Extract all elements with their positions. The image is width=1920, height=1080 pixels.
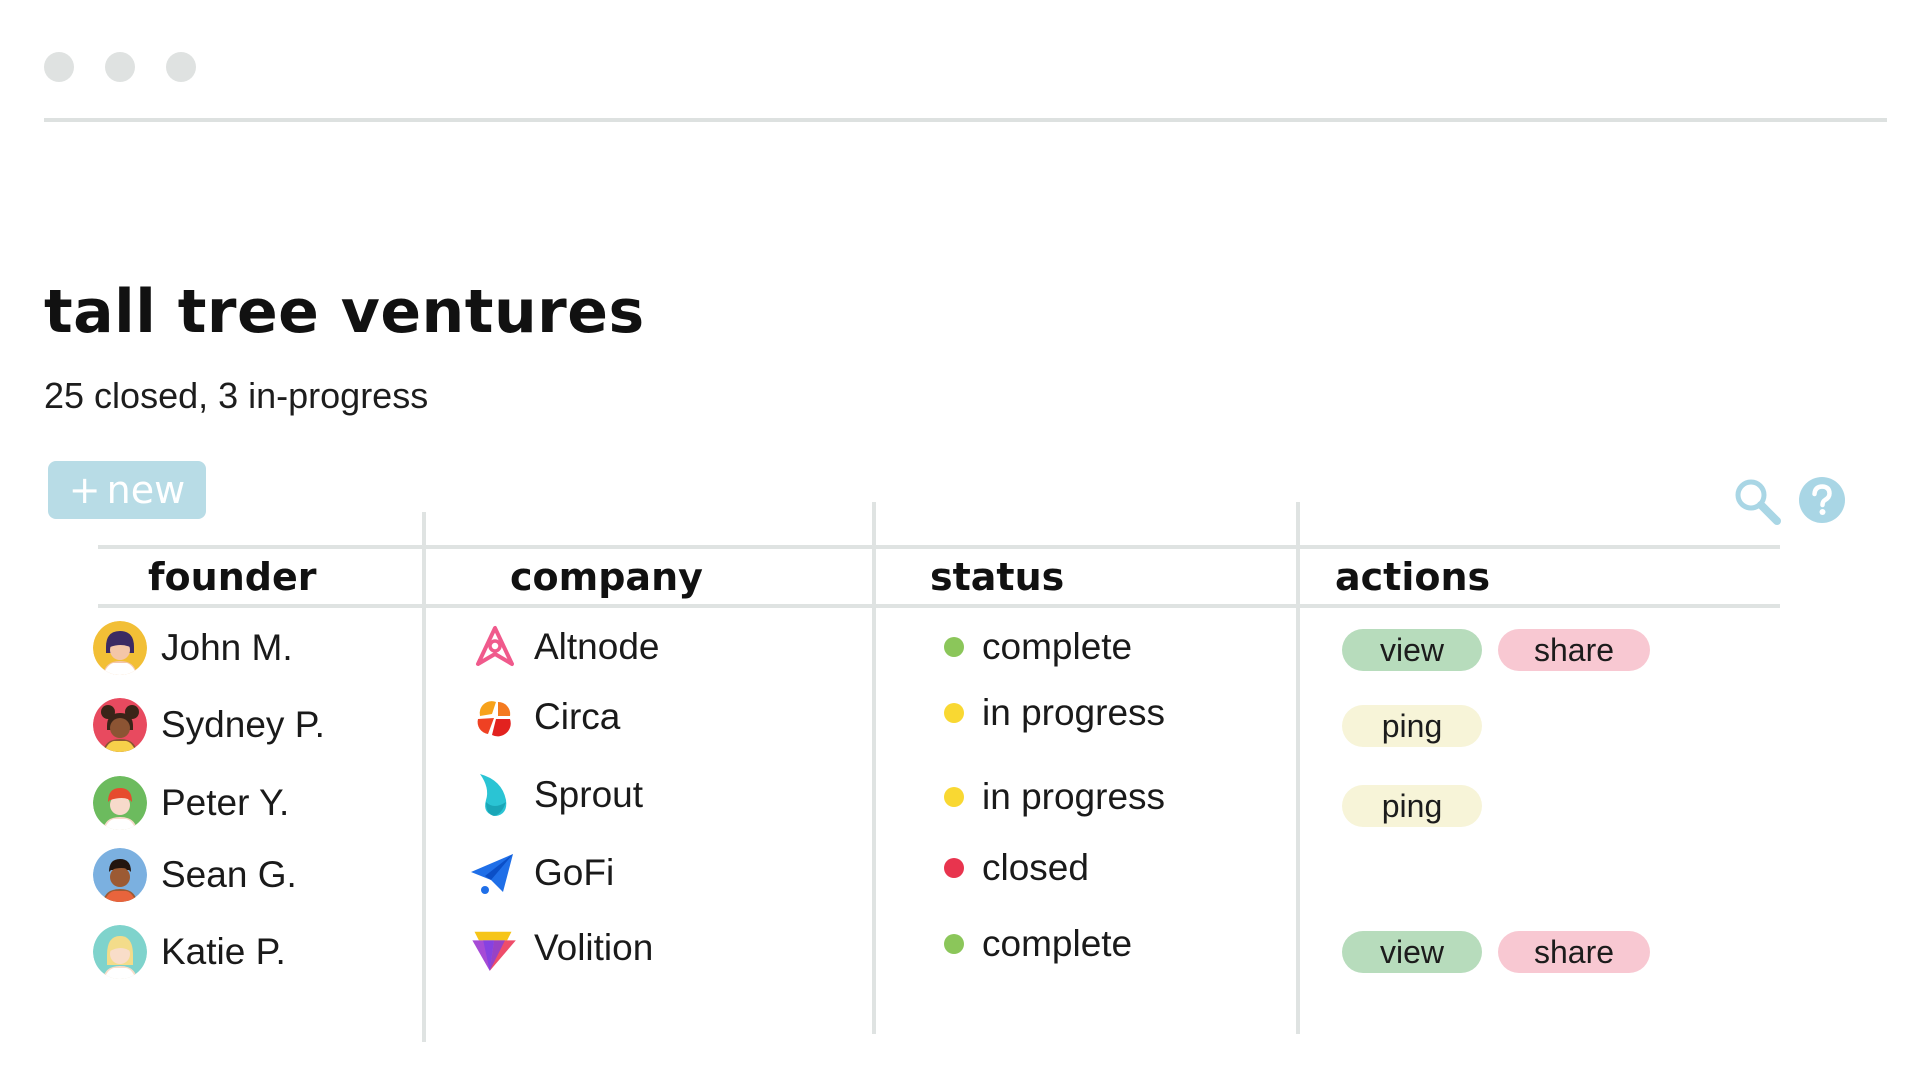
status-cell: closed <box>944 838 1089 898</box>
status-closed-dot-icon <box>944 858 964 878</box>
founder-name: Sean G. <box>161 854 297 895</box>
company-name: Altnode <box>534 626 660 667</box>
status-cell: in progress <box>944 683 1165 743</box>
founder-name: Peter Y. <box>161 782 290 823</box>
titlebar-divider <box>44 118 1887 122</box>
founder-cell[interactable]: Katie P. <box>93 922 286 982</box>
company-cell[interactable]: GoFi <box>466 843 614 903</box>
gofi-logo-icon <box>471 854 513 894</box>
window-maximize-dot[interactable] <box>166 52 196 82</box>
ping-button[interactable]: ping <box>1342 705 1482 747</box>
status-in-progress-dot-icon <box>944 703 964 723</box>
status-label: complete <box>982 923 1133 964</box>
status-cell: complete <box>944 914 1132 974</box>
status-cell: complete <box>944 617 1132 677</box>
ping-button[interactable]: ping <box>1342 785 1482 827</box>
status-label: closed <box>982 847 1089 888</box>
company-cell[interactable]: Volition <box>468 918 653 978</box>
avatar <box>93 776 147 830</box>
founder-name: Katie P. <box>161 931 286 972</box>
founder-cell[interactable]: Peter Y. <box>93 773 289 833</box>
view-button[interactable]: view <box>1342 629 1482 671</box>
status-label: complete <box>982 626 1133 667</box>
founder-cell[interactable]: Sean G. <box>93 845 297 905</box>
table-header-rule <box>98 604 1780 608</box>
avatar <box>93 925 147 979</box>
founder-cell[interactable]: Sydney P. <box>93 695 325 755</box>
share-button[interactable]: share <box>1498 629 1650 671</box>
page-title: tall tree ventures <box>44 277 645 347</box>
column-header-founder[interactable]: founder <box>148 552 316 602</box>
altnode-logo-icon <box>476 626 514 666</box>
search-icon[interactable] <box>1732 476 1782 526</box>
circa-logo-icon <box>477 701 511 737</box>
window-close-dot[interactable] <box>44 52 74 82</box>
column-header-status[interactable]: status <box>930 552 1064 602</box>
share-button[interactable]: share <box>1498 931 1650 973</box>
avatar <box>93 848 147 902</box>
company-name: Sprout <box>534 774 644 815</box>
column-divider <box>872 502 876 1034</box>
column-divider <box>1296 502 1300 1034</box>
page-subtitle: 25 closed, 3 in-progress <box>44 375 429 416</box>
company-cell[interactable]: Sprout <box>472 765 643 825</box>
view-button[interactable]: view <box>1342 931 1482 973</box>
status-cell: in progress <box>944 767 1165 827</box>
plus-icon: + <box>68 468 101 512</box>
status-label: in progress <box>982 692 1166 733</box>
company-name: Circa <box>534 696 621 737</box>
company-cell[interactable]: Circa <box>472 687 620 747</box>
new-button-label: new <box>106 468 186 512</box>
help-icon[interactable] <box>1798 476 1846 524</box>
avatar <box>93 698 147 752</box>
founder-name: Sydney P. <box>161 704 325 745</box>
founder-cell[interactable]: John M. <box>93 618 293 678</box>
status-complete-dot-icon <box>944 637 964 657</box>
new-button[interactable]: + new <box>48 461 206 519</box>
avatar <box>93 621 147 675</box>
column-header-actions: actions <box>1335 555 1491 599</box>
status-label: in progress <box>982 776 1166 817</box>
sprout-logo-icon <box>480 774 507 816</box>
window-minimize-dot[interactable] <box>105 52 135 82</box>
company-cell[interactable]: Altnode <box>472 617 660 677</box>
column-header-company[interactable]: company <box>510 552 703 602</box>
column-divider <box>422 512 426 1042</box>
company-name: Volition <box>534 927 654 968</box>
table-top-rule <box>98 545 1780 549</box>
volition-logo-icon <box>472 931 516 971</box>
founder-name: John M. <box>161 627 293 668</box>
status-in-progress-dot-icon <box>944 787 964 807</box>
status-complete-dot-icon <box>944 934 964 954</box>
app-window: tall tree ventures 25 closed, 3 in-progr… <box>0 0 1920 1080</box>
company-name: GoFi <box>534 852 615 893</box>
